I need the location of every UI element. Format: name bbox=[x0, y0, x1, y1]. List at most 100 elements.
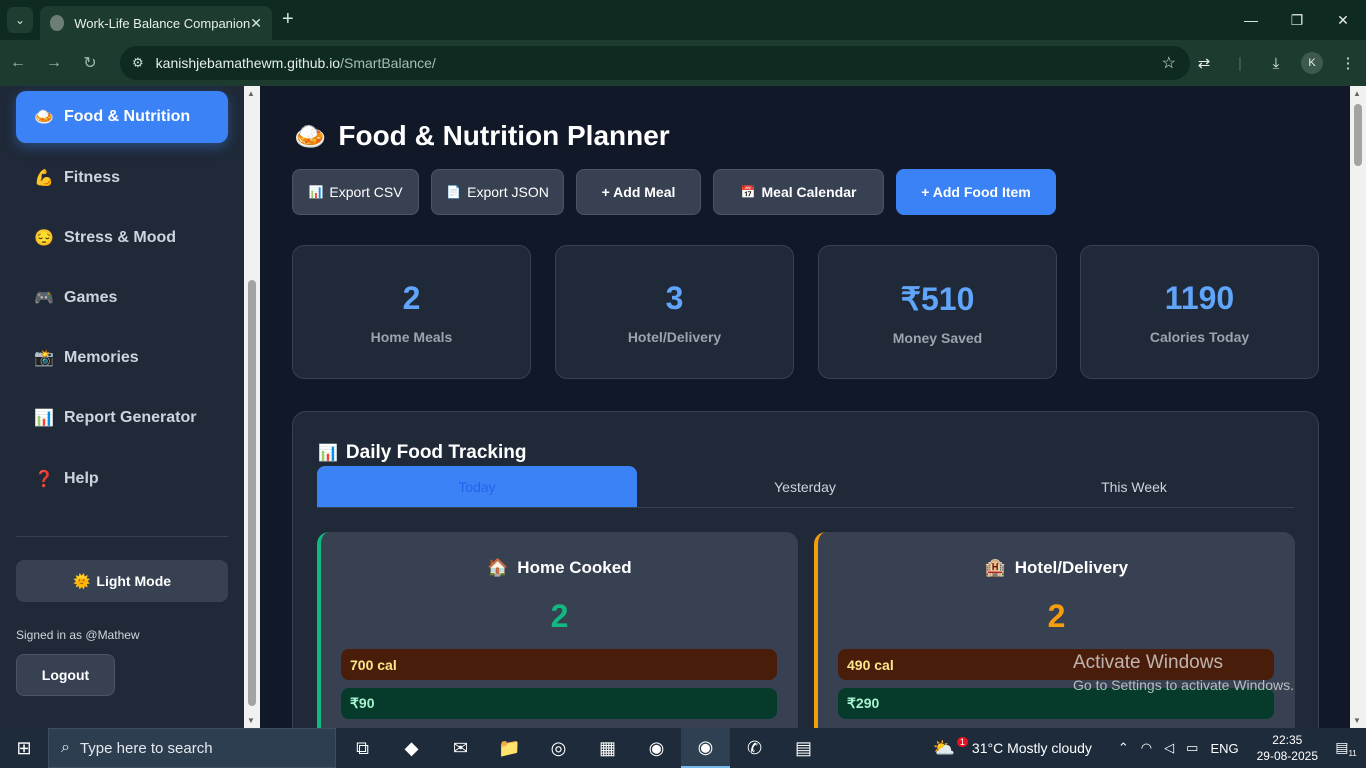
sidebar-item-report-generator[interactable]: 📊 Report Generator bbox=[16, 392, 228, 444]
notification-count: 11 bbox=[1348, 748, 1357, 758]
microsoft-store-icon[interactable]: ▦ bbox=[583, 728, 632, 768]
new-tab-button[interactable]: + bbox=[282, 8, 294, 31]
file-explorer-icon[interactable]: 📁 bbox=[485, 728, 534, 768]
sidebar-item-games[interactable]: 🎮 Games bbox=[16, 272, 228, 324]
chrome-icon[interactable]: ◉ bbox=[632, 728, 681, 768]
sidebar-scroll-thumb[interactable] bbox=[248, 280, 256, 706]
sidebar: 🍛 Food & Nutrition 💪 Fitness 😔 Stress & … bbox=[0, 86, 244, 728]
meal-calendar-button[interactable]: 📅 Meal Calendar bbox=[713, 169, 884, 215]
tab-today[interactable]: Today bbox=[317, 466, 637, 507]
panel-title: 📊 Daily Food Tracking bbox=[318, 442, 527, 463]
chevron-up-icon[interactable]: ⌃ bbox=[1118, 740, 1129, 756]
tab-this-week[interactable]: This Week bbox=[974, 466, 1294, 507]
url-text: kanishjebamathewm.github.io/SmartBalance… bbox=[155, 55, 436, 71]
edge-icon[interactable]: ◎ bbox=[534, 728, 583, 768]
signed-in-text: Signed in as @Mathew bbox=[16, 628, 140, 642]
whatsapp-icon[interactable]: ✆ bbox=[730, 728, 779, 768]
download-icon[interactable]: ⤓ bbox=[1258, 55, 1294, 72]
windows-taskbar: ⊞ ⌕ Type here to search ⧉ ◆ ✉ 📁 ◎ ▦ ◉ ◉ … bbox=[0, 728, 1366, 768]
light-mode-toggle[interactable]: 🌞 Light Mode bbox=[16, 560, 228, 602]
task-view-icon[interactable]: ⧉ bbox=[338, 728, 387, 768]
hotel-delivery-count: 2 bbox=[1047, 598, 1066, 634]
speaker-icon[interactable]: ◁ bbox=[1164, 740, 1174, 756]
logout-button[interactable]: Logout bbox=[16, 654, 115, 696]
sidebar-item-help[interactable]: ❓ Help bbox=[16, 453, 228, 505]
flexed-biceps-icon: 💪 bbox=[34, 170, 54, 187]
browser-menu-icon[interactable]: ⋮ bbox=[1330, 54, 1366, 72]
card-title: 🏠 Home Cooked bbox=[487, 558, 632, 577]
stat-label: Money Saved bbox=[892, 330, 983, 346]
light-mode-label: Light Mode bbox=[96, 573, 172, 589]
address-bar[interactable]: ⚙ kanishjebamathewm.github.io/SmartBalan… bbox=[120, 46, 1190, 80]
weather-widget[interactable]: ⛅ 1 31°C Mostly cloudy bbox=[932, 737, 1092, 759]
game-controller-icon: 🎮 bbox=[34, 290, 54, 307]
export-csv-button[interactable]: 📊 Export CSV bbox=[292, 169, 419, 215]
main-scrollbar[interactable]: ▲ ▼ bbox=[1350, 86, 1366, 728]
copilot-icon[interactable]: ◆ bbox=[387, 728, 436, 768]
tab-yesterday[interactable]: Yesterday bbox=[645, 466, 965, 507]
home-cooked-card: 🏠 Home Cooked 2 700 cal ₹90 bbox=[317, 532, 798, 728]
watermark-line-2: Go to Settings to activate Windows. bbox=[1073, 677, 1294, 693]
clock[interactable]: 22:35 29-08-2025 bbox=[1257, 732, 1318, 764]
clock-time: 22:35 bbox=[1272, 733, 1303, 747]
main-scroll-thumb[interactable] bbox=[1354, 104, 1362, 166]
sidebar-item-label: Food & Nutrition bbox=[64, 108, 191, 125]
battery-icon[interactable]: ▭ bbox=[1186, 740, 1198, 756]
close-window-button[interactable]: ✕ bbox=[1320, 0, 1366, 40]
toolbar-actions: ⇄ | ⤓ K ⋮ bbox=[1186, 40, 1366, 86]
scroll-up-arrow-icon[interactable]: ▲ bbox=[1353, 89, 1361, 98]
stat-card-money-saved: ₹510 Money Saved bbox=[818, 245, 1057, 379]
activate-windows-watermark: Activate Windows Go to Settings to activ… bbox=[1073, 652, 1294, 693]
cost-bar: ₹90 bbox=[341, 688, 777, 719]
pensive-face-icon: 😔 bbox=[34, 230, 54, 247]
language-indicator[interactable]: ENG bbox=[1210, 741, 1238, 756]
restore-button[interactable]: ❐ bbox=[1274, 0, 1320, 40]
notification-center-icon[interactable]: ▤11 bbox=[1332, 739, 1360, 758]
bookmark-star-icon[interactable]: ☆ bbox=[1162, 53, 1176, 73]
winrar-icon[interactable]: ▤ bbox=[779, 728, 828, 768]
translate-icon[interactable]: ⇄ bbox=[1186, 54, 1222, 72]
site-info-icon[interactable]: ⚙ bbox=[132, 55, 144, 71]
forward-button[interactable]: → bbox=[36, 54, 72, 72]
weather-badge: 1 bbox=[956, 737, 968, 747]
browser-toolbar: ← → ↻ ⚙ kanishjebamathewm.github.io/Smar… bbox=[0, 40, 1366, 86]
scroll-down-arrow-icon[interactable]: ▼ bbox=[247, 716, 255, 725]
chrome-profile-icon[interactable]: ◉ bbox=[681, 728, 730, 768]
outlook-icon[interactable]: ✉ bbox=[436, 728, 485, 768]
card-title: 🏨 Hotel/Delivery bbox=[984, 558, 1129, 577]
food-bowl-icon: 🍛 bbox=[34, 109, 54, 126]
sidebar-item-fitness[interactable]: 💪 Fitness bbox=[16, 152, 228, 204]
reload-button[interactable]: ↻ bbox=[72, 53, 108, 73]
search-icon: ⌕ bbox=[61, 739, 70, 756]
sidebar-item-label: Fitness bbox=[64, 169, 121, 186]
sidebar-item-food-nutrition[interactable]: 🍛 Food & Nutrition bbox=[16, 91, 228, 143]
profile-avatar[interactable]: K bbox=[1301, 52, 1323, 74]
start-button[interactable]: ⊞ bbox=[0, 728, 48, 768]
favicon-icon bbox=[50, 15, 65, 31]
tab-search-button[interactable]: ⌄ bbox=[7, 7, 33, 33]
scroll-up-arrow-icon[interactable]: ▲ bbox=[247, 89, 255, 98]
back-button[interactable]: ← bbox=[0, 54, 36, 72]
sidebar-item-label: Stress & Mood bbox=[64, 229, 177, 246]
sidebar-item-label: Games bbox=[64, 289, 118, 306]
weather-text: 31°C Mostly cloudy bbox=[971, 740, 1092, 756]
sidebar-item-memories[interactable]: 📸 Memories bbox=[16, 332, 228, 384]
add-food-item-button[interactable]: + Add Food Item bbox=[896, 169, 1056, 215]
home-cooked-count: 2 bbox=[550, 598, 569, 634]
sidebar-item-stress-mood[interactable]: 😔 Stress & Mood bbox=[16, 212, 228, 264]
export-json-button[interactable]: 📄 Export JSON bbox=[431, 169, 564, 215]
browser-tab[interactable]: Work-Life Balance Companion ✕ bbox=[40, 6, 272, 40]
network-icon[interactable]: ◠ bbox=[1141, 740, 1152, 756]
sidebar-item-label: Help bbox=[64, 470, 99, 487]
house-icon: 🏠 bbox=[487, 558, 509, 577]
stat-card-calories-today: 1190 Calories Today bbox=[1080, 245, 1319, 379]
sidebar-scrollbar[interactable]: ▲ ▼ bbox=[244, 86, 260, 728]
minimize-button[interactable]: — bbox=[1228, 0, 1274, 40]
tab-close-icon[interactable]: ✕ bbox=[250, 15, 262, 32]
bar-chart-icon: 📊 bbox=[34, 410, 54, 427]
window-controls: — ❐ ✕ bbox=[1228, 0, 1366, 40]
add-meal-button[interactable]: + Add Meal bbox=[576, 169, 701, 215]
taskbar-search[interactable]: ⌕ Type here to search bbox=[48, 728, 336, 768]
stat-value: 1190 bbox=[1164, 280, 1235, 316]
scroll-down-arrow-icon[interactable]: ▼ bbox=[1353, 716, 1361, 725]
